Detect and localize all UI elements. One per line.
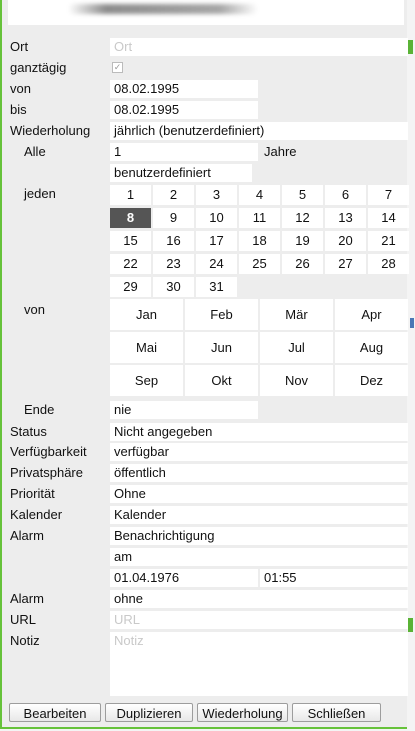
interval-label: Alle (24, 144, 46, 159)
day-10-button[interactable]: 10 (196, 208, 237, 228)
url-field[interactable]: URL (110, 611, 408, 629)
repeat-label: Wiederholung (10, 123, 91, 138)
repeat-button[interactable]: Wiederholung (197, 703, 288, 722)
window-edge-marker (410, 318, 414, 328)
month-grid: Jan Feb Mär Apr Mai Jun Jul Aug Sep Okt Nov Dez (109, 299, 409, 398)
priority-field[interactable]: Ohne (110, 485, 408, 503)
day-7-button[interactable]: 7 (368, 185, 409, 205)
month-1-button[interactable]: Jan (110, 299, 183, 330)
repeat-field[interactable]: jährlich (benutzerdefiniert) (110, 122, 408, 140)
blurred-title (68, 4, 258, 14)
month-9-button[interactable]: Sep (110, 365, 183, 396)
month-7-button[interactable]: Jul (260, 332, 333, 363)
note-label: Notiz (10, 633, 40, 648)
location-field[interactable]: Ort (110, 38, 408, 56)
alarm-date-field[interactable]: 01.04.1976 (110, 569, 258, 587)
end-label: bis (10, 102, 27, 117)
url-label: URL (10, 612, 37, 627)
day-19-button[interactable]: 19 (282, 231, 323, 251)
second-alarm-label: Alarm (10, 591, 44, 606)
month-11-button[interactable]: Nov (260, 365, 333, 396)
day-25-button[interactable]: 25 (239, 254, 280, 274)
repeat-mode-field[interactable]: benutzerdefiniert (110, 164, 252, 182)
window-edge-marker (408, 618, 413, 632)
all-day-label: ganztägig (10, 60, 67, 75)
location-label: Ort (10, 39, 29, 54)
day-4-button[interactable]: 4 (239, 185, 280, 205)
month-6-button[interactable]: Jun (185, 332, 258, 363)
day-27-button[interactable]: 27 (325, 254, 366, 274)
day-24-button[interactable]: 24 (196, 254, 237, 274)
day-3-button[interactable]: 3 (196, 185, 237, 205)
day-30-button[interactable]: 30 (153, 277, 194, 297)
ends-label: Ende (24, 402, 55, 417)
day-28-button[interactable]: 28 (368, 254, 409, 274)
day-22-button[interactable]: 22 (110, 254, 151, 274)
start-label: von (10, 81, 31, 96)
availability-label: Verfügbarkeit (10, 444, 87, 459)
day-8-button[interactable]: 8 (110, 208, 151, 228)
day-14-button[interactable]: 14 (368, 208, 409, 228)
alarm-type-field[interactable]: Benachrichtigung (110, 527, 408, 545)
each-label: jeden (24, 186, 56, 201)
day-16-button[interactable]: 16 (153, 231, 194, 251)
day-31-button[interactable]: 31 (196, 277, 237, 297)
month-4-button[interactable]: Apr (335, 299, 408, 330)
day-20-button[interactable]: 20 (325, 231, 366, 251)
month-2-button[interactable]: Feb (185, 299, 258, 330)
day-18-button[interactable]: 18 (239, 231, 280, 251)
all-day-checkbox[interactable]: ✓ (112, 62, 123, 73)
day-17-button[interactable]: 17 (196, 231, 237, 251)
calendar-field[interactable]: Kalender (110, 506, 408, 524)
day-26-button[interactable]: 26 (282, 254, 323, 274)
priority-label: Priorität (10, 486, 55, 501)
day-21-button[interactable]: 21 (368, 231, 409, 251)
second-alarm-field[interactable]: ohne (110, 590, 408, 608)
edit-button[interactable]: Bearbeiten (9, 703, 101, 722)
day-13-button[interactable]: 13 (325, 208, 366, 228)
day-12-button[interactable]: 12 (282, 208, 323, 228)
day-11-button[interactable]: 11 (239, 208, 280, 228)
privacy-field[interactable]: öffentlich (110, 464, 408, 482)
ends-field[interactable]: nie (110, 401, 258, 419)
month-8-button[interactable]: Aug (335, 332, 408, 363)
note-field[interactable]: Notiz (110, 632, 408, 696)
duplicate-button[interactable]: Duplizieren (105, 703, 193, 722)
status-field[interactable]: Nicht angegeben (110, 423, 408, 441)
event-detail-panel: Ort Ort ganztägig ✓ von 08.02.1995 bis 0… (0, 0, 409, 729)
day-5-button[interactable]: 5 (282, 185, 323, 205)
day-15-button[interactable]: 15 (110, 231, 151, 251)
day-grid: 1 2 3 4 5 6 7 8 9 10 11 12 13 14 15 16 17 18 19 20 21 22 23 24 2… (109, 185, 409, 297)
status-label: Status (10, 424, 47, 439)
month-10-button[interactable]: Okt (185, 365, 258, 396)
months-label: von (24, 302, 45, 317)
day-23-button[interactable]: 23 (153, 254, 194, 274)
end-date-field[interactable]: 08.02.1995 (110, 101, 258, 119)
interval-unit: Jahre (264, 144, 297, 159)
month-12-button[interactable]: Dez (335, 365, 408, 396)
start-date-field[interactable]: 08.02.1995 (110, 80, 258, 98)
calendar-label: Kalender (10, 507, 63, 522)
close-button[interactable]: Schließen (292, 703, 381, 722)
alarm-time-field[interactable]: 01:55 (260, 569, 408, 587)
interval-field[interactable]: 1 (110, 143, 258, 161)
privacy-label: Privatsphäre (10, 465, 83, 480)
month-5-button[interactable]: Mai (110, 332, 183, 363)
alarm-label: Alarm (10, 528, 44, 543)
day-1-button[interactable]: 1 (110, 185, 151, 205)
day-9-button[interactable]: 9 (153, 208, 194, 228)
alarm-when-field[interactable]: am (110, 548, 408, 566)
month-3-button[interactable]: Mär (260, 299, 333, 330)
availability-field[interactable]: verfügbar (110, 443, 408, 461)
window-edge-marker (408, 40, 413, 54)
event-title-field[interactable] (8, 0, 404, 25)
day-2-button[interactable]: 2 (153, 185, 194, 205)
day-6-button[interactable]: 6 (325, 185, 366, 205)
day-29-button[interactable]: 29 (110, 277, 151, 297)
